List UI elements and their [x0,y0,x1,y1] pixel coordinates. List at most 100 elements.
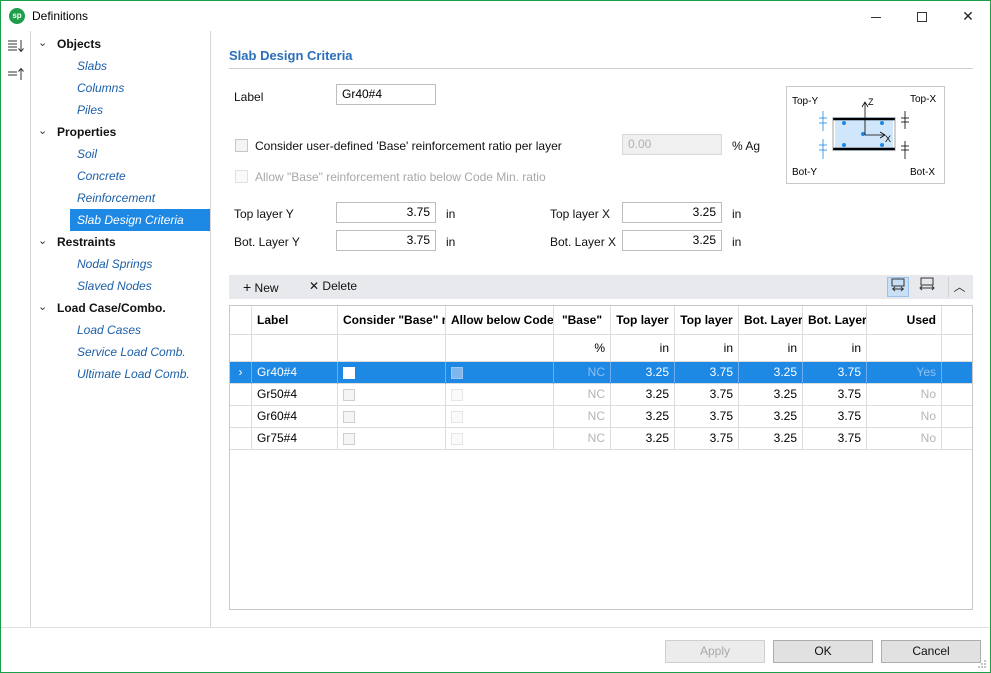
collapse-all-button[interactable] [6,67,26,85]
allow-below-code-checkbox-cell[interactable] [451,432,463,445]
label-cell[interactable]: Gr40#4 [252,362,338,384]
tree-item-reinforcement[interactable]: Reinforcement [70,187,210,209]
top-layer-1-cell[interactable]: 3.25 [611,362,675,384]
tree-item-soil[interactable]: Soil [70,143,210,165]
consider-base-checkbox[interactable] [235,139,248,152]
table-row[interactable]: Gr50#4 NC 3.25 3.75 3.25 3.75 No [230,384,972,406]
top-layer-1-cell[interactable]: 3.25 [611,384,675,406]
bot-layer-1-cell[interactable]: 3.25 [739,406,803,428]
column-header-consider-base[interactable]: Consider "Base" r [338,306,446,335]
column-header-bot-layer-2[interactable]: Bot. Layer [803,306,867,335]
table-row[interactable]: Gr75#4 NC 3.25 3.75 3.25 3.75 No [230,428,972,450]
consider-base-checkbox-cell[interactable] [343,432,355,445]
delete-button[interactable]: ✕ Delete [309,279,357,293]
consider-base-cell[interactable] [338,362,446,384]
consider-base-checkbox-cell[interactable] [343,388,355,401]
main-panel: Slab Design Criteria Label Gr40#4 Consid… [212,31,990,627]
column-header-allow-below-code[interactable]: Allow below Code [446,306,554,335]
tree-group-properties[interactable]: ⌄ Properties [31,121,211,143]
bot-layer-2-cell[interactable]: 3.75 [803,384,867,406]
column-header-label[interactable]: Label [252,306,338,335]
used-cell: No [867,384,942,406]
consider-base-cell[interactable] [338,428,446,450]
resize-grip-icon[interactable] [977,659,987,669]
list-sort-up-icon [8,67,24,80]
bot-layer-y-input[interactable]: 3.75 [336,230,436,251]
consider-base-cell[interactable] [338,406,446,428]
top-layer-2-cell[interactable]: 3.75 [675,362,739,384]
column-header-used[interactable]: Used [867,306,942,335]
row-indicator-cell [230,406,252,428]
top-layer-1-cell[interactable]: 3.25 [611,406,675,428]
label-cell[interactable]: Gr75#4 [252,428,338,450]
bot-layer-1-cell[interactable]: 3.25 [739,428,803,450]
tree-item-service-load-comb[interactable]: Service Load Comb. [70,341,210,363]
bot-layer-2-cell[interactable]: 3.75 [803,428,867,450]
tree-item-slab-design-criteria[interactable]: Slab Design Criteria [70,209,210,231]
allow-below-code-cell[interactable] [446,428,554,450]
tree-group-load-case-combo[interactable]: ⌄ Load Case/Combo. [31,297,211,319]
column-header-top-layer-1[interactable]: Top layer [611,306,675,335]
tree-item-piles[interactable]: Piles [70,99,210,121]
top-layer-2-cell[interactable]: 3.75 [675,428,739,450]
tree-item-concrete[interactable]: Concrete [70,165,210,187]
base-cell[interactable]: NC [554,362,611,384]
collapse-panel-button[interactable]: ︿ [948,277,970,297]
label-cell[interactable]: Gr50#4 [252,384,338,406]
consider-base-cell[interactable] [338,384,446,406]
table-row[interactable]: › Gr40#4 NC 3.25 3.75 3.25 3.75 Yes [230,362,972,384]
bot-layer-2-cell[interactable]: 3.75 [803,362,867,384]
new-button[interactable]: + New [243,279,279,295]
allow-base-checkbox[interactable] [235,170,248,183]
consider-base-checkbox-cell[interactable] [343,366,355,379]
close-button[interactable]: ✕ [945,1,990,31]
minimize-button[interactable] [853,1,899,31]
bot-layer-1-cell[interactable]: 3.25 [739,362,803,384]
unit-cell [867,335,942,362]
label-input[interactable]: Gr40#4 [336,84,436,105]
allow-below-code-checkbox-cell[interactable] [451,366,463,379]
fit-columns-button[interactable] [887,277,909,297]
top-layer-y-input[interactable]: 3.75 [336,202,436,223]
diagram-bot-x-label: Bot-X [910,167,935,178]
tree-group-restraints[interactable]: ⌄ Restraints [31,231,211,253]
tree-item-ultimate-load-comb[interactable]: Ultimate Load Comb. [70,363,210,385]
ok-button[interactable]: OK [773,640,873,663]
diagram-top-x-label: Top-X [910,94,936,105]
tree-group-objects[interactable]: ⌄ Objects [31,33,211,55]
allow-below-code-cell[interactable] [446,384,554,406]
allow-below-code-checkbox-cell[interactable] [451,410,463,423]
bot-layer-1-cell[interactable]: 3.25 [739,384,803,406]
base-cell[interactable]: NC [554,384,611,406]
label-cell[interactable]: Gr60#4 [252,406,338,428]
maximize-button[interactable] [899,1,945,31]
allow-below-code-checkbox-cell[interactable] [451,388,463,401]
top-layer-1-cell[interactable]: 3.25 [611,428,675,450]
top-layer-2-cell[interactable]: 3.75 [675,406,739,428]
tree-item-slaved-nodes[interactable]: Slaved Nodes [70,275,210,297]
tree-item-load-cases[interactable]: Load Cases [70,319,210,341]
base-ratio-input[interactable]: 0.00 [622,134,722,155]
tree-item-slabs[interactable]: Slabs [70,55,210,77]
bot-layer-x-input[interactable]: 3.25 [622,230,722,251]
tree-item-nodal-springs[interactable]: Nodal Springs [70,253,210,275]
top-layer-x-input[interactable]: 3.25 [622,202,722,223]
consider-base-checkbox-cell[interactable] [343,410,355,423]
column-header-top-layer-2[interactable]: Top layer [675,306,739,335]
base-cell[interactable]: NC [554,406,611,428]
allow-below-code-cell[interactable] [446,406,554,428]
column-header-bot-layer-1[interactable]: Bot. Layer [739,306,803,335]
unit-cell: in [675,335,739,362]
table-row[interactable]: Gr60#4 NC 3.25 3.75 3.25 3.75 No [230,406,972,428]
top-layer-2-cell[interactable]: 3.75 [675,384,739,406]
auto-size-columns-button[interactable] [916,277,938,297]
apply-button[interactable]: Apply [665,640,765,663]
cancel-button[interactable]: Cancel [881,640,981,663]
slab-section-diagram: Top-Y Top-X Bot-Y Bot-X Z X [792,94,936,178]
column-header-base[interactable]: "Base" [554,306,611,335]
tree-item-columns[interactable]: Columns [70,77,210,99]
allow-below-code-cell[interactable] [446,362,554,384]
expand-all-button[interactable] [6,39,26,57]
base-cell[interactable]: NC [554,428,611,450]
bot-layer-2-cell[interactable]: 3.75 [803,406,867,428]
